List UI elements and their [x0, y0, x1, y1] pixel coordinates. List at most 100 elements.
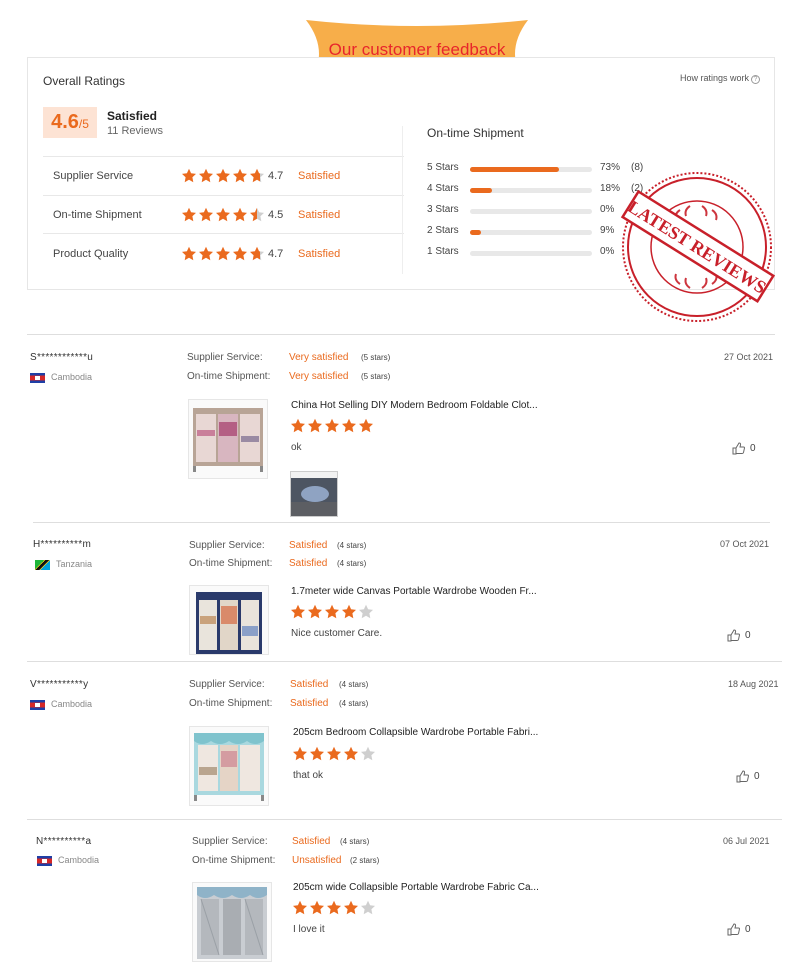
- star-icon: [310, 746, 324, 761]
- review-photo-image: [291, 472, 337, 516]
- star-icon: [342, 418, 356, 433]
- review-comment: that ok: [293, 770, 324, 781]
- supplier-service-value: Very satisfied: [289, 352, 349, 363]
- helpful-like-button[interactable]: 0: [732, 442, 756, 455]
- on-time-shipment-value: Unsatisfied: [292, 855, 342, 866]
- product-title[interactable]: 205cm wide Collapsible Portable Wardrobe…: [293, 882, 539, 893]
- star-icon: [344, 900, 358, 915]
- supplier-service-stars: (5 stars): [361, 353, 391, 362]
- star-bar-label: 1 Stars: [427, 246, 459, 257]
- product-thumbnail[interactable]: [189, 585, 269, 655]
- review-photo[interactable]: [290, 471, 338, 517]
- thumbs-up-icon[interactable]: [736, 770, 750, 783]
- product-thumbnail[interactable]: [188, 399, 268, 479]
- cambodia-flag-icon: [30, 372, 45, 383]
- like-count[interactable]: 0: [750, 443, 756, 454]
- star-icon: [344, 746, 358, 761]
- on-time-shipment-stars: (5 stars): [361, 372, 391, 381]
- supplier-service-stars: (4 stars): [337, 541, 367, 550]
- country-name: Cambodia: [51, 699, 93, 709]
- star-icon: [293, 900, 307, 915]
- review-item: V***********y Cambodia Supplier Service:…: [0, 662, 800, 819]
- star-icon: [199, 207, 213, 222]
- star-bar-track: [470, 188, 592, 193]
- on-time-shipment-label: On-time Shipment:: [189, 698, 273, 709]
- on-time-shipment-label: On-time Shipment:: [189, 558, 273, 569]
- product-title[interactable]: China Hot Selling DIY Modern Bedroom Fol…: [291, 400, 538, 411]
- metric-label: Product Quality: [53, 248, 129, 260]
- metric-status: Satisfied: [298, 170, 341, 182]
- star-icon: [199, 246, 213, 261]
- product-thumbnail[interactable]: [192, 882, 272, 962]
- review-comment: I love it: [293, 924, 325, 935]
- on-time-shipment-stars: (4 stars): [339, 699, 369, 708]
- star-icon: [182, 168, 196, 183]
- star-icon: [233, 168, 247, 183]
- country-name: Cambodia: [51, 372, 93, 382]
- reviewer-name: H**********m: [33, 539, 92, 550]
- star-icon: [216, 207, 230, 222]
- star-icon: [308, 418, 322, 433]
- star-icon: [361, 746, 375, 761]
- on-time-shipment-value: Satisfied: [290, 698, 329, 709]
- supplier-service-stars: (4 stars): [339, 680, 369, 689]
- thumbs-up-icon[interactable]: [732, 442, 746, 455]
- how-ratings-work-label[interactable]: How ratings work: [680, 73, 749, 83]
- metric-value: 4.7: [268, 170, 284, 182]
- review-rating-stars: [290, 418, 375, 439]
- like-count[interactable]: 0: [745, 924, 751, 935]
- stamp-graphic: LATEST REVIEWS: [620, 172, 776, 322]
- wardrobe-image: [197, 887, 267, 959]
- star-icon: [250, 168, 264, 183]
- thumbs-up-icon[interactable]: [727, 629, 741, 642]
- helpful-like-button[interactable]: 0: [727, 923, 751, 936]
- supplier-service-value: Satisfied: [289, 540, 328, 551]
- helpful-like-button[interactable]: 0: [736, 770, 760, 783]
- star-bar-percent: 18%: [600, 183, 621, 194]
- review-date: 27 Oct 2021: [724, 352, 774, 362]
- star-bar-label: 5 Stars: [427, 162, 459, 173]
- star-icon: [233, 207, 247, 222]
- on-time-shipment-value: Satisfied: [289, 558, 328, 569]
- like-count[interactable]: 0: [745, 630, 751, 641]
- product-title[interactable]: 205cm Bedroom Collapsible Wardrobe Porta…: [293, 727, 538, 738]
- metric-stars: [181, 246, 266, 267]
- star-icon: [327, 746, 341, 761]
- review-item: H**********m Tanzania Supplier Service: …: [0, 523, 800, 661]
- star-bar-track: [470, 167, 592, 172]
- overall-score-badge: 4.6/5: [43, 107, 97, 138]
- reviewer-country: Cambodia: [30, 372, 92, 383]
- star-icon: [359, 604, 373, 619]
- star-icon: [327, 900, 341, 915]
- star-icon: [216, 168, 230, 183]
- on-time-shipment-stars: (4 stars): [337, 559, 367, 568]
- reviewer-country: Cambodia: [30, 699, 92, 710]
- reviewer-country: Cambodia: [37, 855, 99, 866]
- reviewer-name: S************u: [30, 352, 94, 363]
- metric-status: Satisfied: [298, 248, 341, 260]
- wardrobe-image: [194, 733, 264, 801]
- how-ratings-work-link[interactable]: How ratings work?: [680, 73, 760, 84]
- product-title[interactable]: 1.7meter wide Canvas Portable Wardrobe W…: [291, 586, 537, 597]
- metric-stars: [181, 207, 266, 228]
- wardrobe-image: [193, 408, 263, 472]
- thumbs-up-icon[interactable]: [727, 923, 741, 936]
- question-icon[interactable]: ?: [751, 75, 760, 84]
- review-date: 18 Aug 2021: [728, 679, 779, 689]
- panel-divider: [402, 126, 403, 274]
- metric-status: Satisfied: [298, 209, 341, 221]
- overall-score: 4.6: [51, 111, 79, 133]
- like-count[interactable]: 0: [754, 771, 760, 782]
- star-icon: [361, 900, 375, 915]
- star-icon: [325, 418, 339, 433]
- reviewer-country: Tanzania: [35, 559, 92, 570]
- star-bar-track: [470, 230, 592, 235]
- review-date: 06 Jul 2021: [723, 836, 770, 846]
- star-icon: [182, 246, 196, 261]
- helpful-like-button[interactable]: 0: [727, 629, 751, 642]
- supplier-service-label: Supplier Service:: [187, 352, 263, 363]
- product-thumbnail[interactable]: [189, 726, 269, 806]
- metric-row-on-time-shipment: On-time Shipment 4.5 Satisfied: [43, 195, 404, 234]
- cambodia-flag-icon: [37, 855, 52, 866]
- metric-stars: [181, 168, 266, 189]
